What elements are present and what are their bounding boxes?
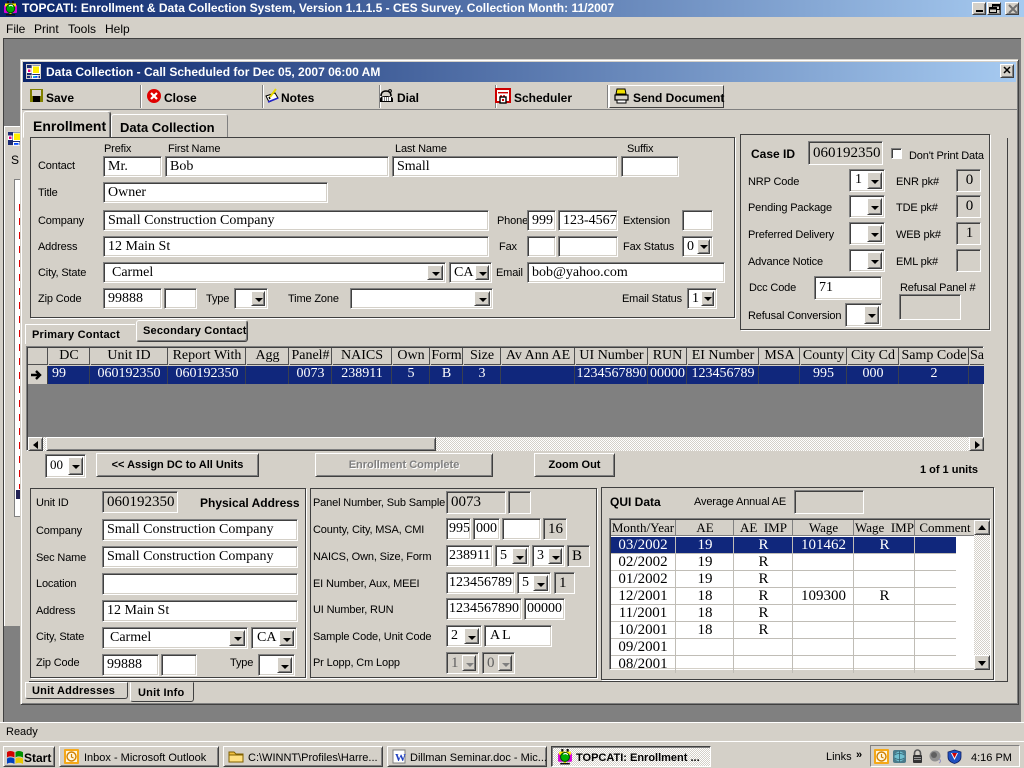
svg-text:W: W [395, 752, 406, 764]
